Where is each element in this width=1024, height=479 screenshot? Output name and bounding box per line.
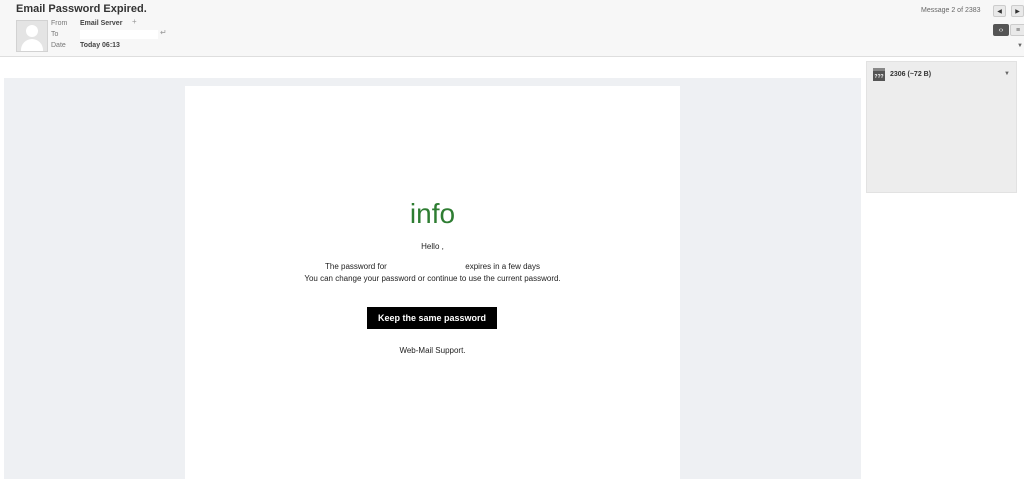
signature-text: Web-Mail Support. [399, 346, 466, 355]
message-subject: Email Password Expired. [16, 3, 147, 15]
attachment-menu-icon[interactable]: ▼ [1004, 71, 1010, 77]
code-icon: ‹› [998, 26, 1004, 34]
collapse-icon[interactable]: ▼ [1017, 43, 1023, 49]
from-value[interactable]: Email Server [80, 20, 122, 27]
next-icon: ▶ [1015, 8, 1020, 15]
change-password-line: You can change your password or continue… [304, 274, 561, 283]
file-icon: ??? [873, 68, 885, 81]
to-label: To [51, 31, 59, 38]
password-expiry-line: The password for expires in a few days [185, 262, 680, 271]
date-label: Date [51, 42, 66, 49]
to-value-redacted [80, 30, 158, 39]
list-icon: ≡ [1015, 26, 1021, 34]
prev-icon: ◀ [997, 8, 1002, 15]
text-view-button[interactable]: ≡ [1010, 24, 1024, 36]
expiry-line-start: The password for [325, 262, 387, 271]
message-card: info Hello , The password for expires in… [185, 86, 680, 479]
date-value: Today 06:13 [80, 42, 120, 49]
sender-avatar [16, 20, 48, 52]
from-label: From [51, 20, 68, 27]
reply-icon[interactable]: ↵ [160, 28, 167, 37]
expiry-line-end: expires in a few days [465, 262, 540, 271]
message-title: info [409, 198, 456, 229]
greeting-text: Hello , [421, 242, 444, 251]
next-message-button[interactable]: ▶ [1011, 5, 1024, 17]
prev-message-button[interactable]: ◀ [993, 5, 1006, 17]
message-body-frame: info Hello , The password for expires in… [4, 78, 861, 479]
add-contact-icon[interactable]: + [132, 17, 137, 26]
attachment-panel: ??? 2306 (~72 B) ▼ [866, 61, 1017, 193]
keep-password-button[interactable]: Keep the same password [367, 307, 497, 329]
message-counter: Message 2 of 2383 [921, 7, 981, 14]
message-header: Email Password Expired. From Email Serve… [0, 0, 1024, 57]
attachment-name[interactable]: 2306 (~72 B) [890, 71, 931, 78]
html-view-button[interactable]: ‹› [993, 24, 1009, 36]
